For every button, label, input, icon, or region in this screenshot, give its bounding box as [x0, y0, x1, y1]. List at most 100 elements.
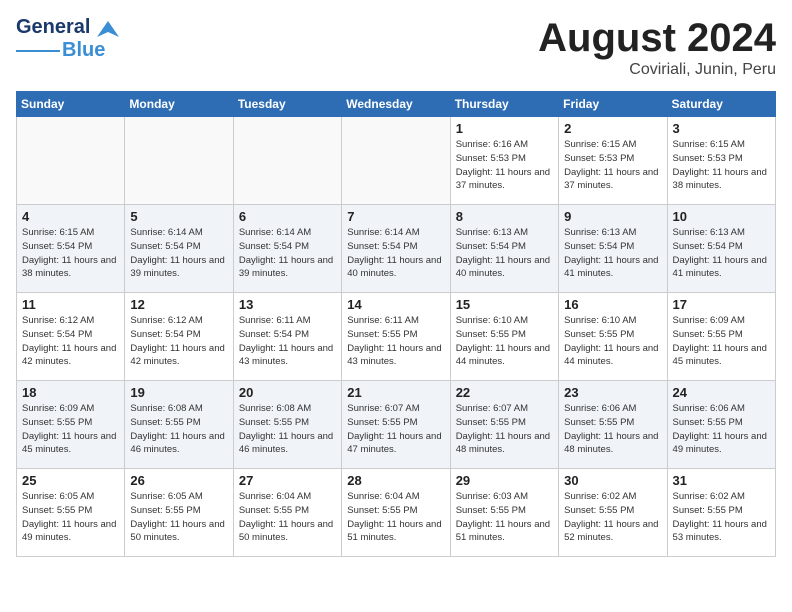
calendar-cell: 1 Sunrise: 6:16 AM Sunset: 5:53 PM Daylig…	[450, 117, 558, 205]
day-info: Sunrise: 6:11 AM Sunset: 5:54 PM Dayligh…	[239, 314, 336, 369]
calendar-week-1: 1 Sunrise: 6:16 AM Sunset: 5:53 PM Daylig…	[17, 117, 776, 205]
calendar-cell: 22 Sunrise: 6:07 AM Sunset: 5:55 PM Dayli…	[450, 381, 558, 469]
day-info: Sunrise: 6:16 AM Sunset: 5:53 PM Dayligh…	[456, 138, 553, 193]
calendar-cell	[342, 117, 450, 205]
day-number: 10	[673, 209, 770, 224]
day-number: 2	[564, 121, 661, 136]
header-monday: Monday	[125, 92, 233, 117]
calendar-cell: 14Sunrise: 6:11 AM Sunset: 5:55 PM Dayli…	[342, 293, 450, 381]
page-header: General Blue August 2024 Coviriali, Juni…	[16, 16, 776, 79]
day-info: Sunrise: 6:07 AM Sunset: 5:55 PM Dayligh…	[456, 402, 553, 457]
calendar-week-3: 11Sunrise: 6:12 AM Sunset: 5:54 PM Dayli…	[17, 293, 776, 381]
calendar-week-5: 25 Sunrise: 6:05 AM Sunset: 5:55 PM Dayli…	[17, 469, 776, 557]
day-info: Sunrise: 6:15 AM Sunset: 5:53 PM Dayligh…	[673, 138, 770, 193]
day-info: Sunrise: 6:05 AM Sunset: 5:55 PM Dayligh…	[130, 490, 227, 545]
day-number: 7	[347, 209, 444, 224]
logo-general: General	[16, 16, 90, 38]
calendar-cell: 21Sunrise: 6:07 AM Sunset: 5:55 PM Dayli…	[342, 381, 450, 469]
day-number: 17	[673, 297, 770, 312]
day-info: Sunrise: 6:15 AM Sunset: 5:53 PM Dayligh…	[564, 138, 661, 193]
calendar-cell: 3 Sunrise: 6:15 AM Sunset: 5:53 PM Daylig…	[667, 117, 775, 205]
header-saturday: Saturday	[667, 92, 775, 117]
day-info: Sunrise: 6:05 AM Sunset: 5:55 PM Dayligh…	[22, 490, 119, 545]
title-block: August 2024 Coviriali, Junin, Peru	[538, 16, 776, 79]
calendar-cell: 10 Sunrise: 6:13 AM Sunset: 5:54 PM Dayli…	[667, 205, 775, 293]
calendar-cell: 15 Sunrise: 6:10 AM Sunset: 5:55 PM Dayli…	[450, 293, 558, 381]
calendar-cell: 17 Sunrise: 6:09 AM Sunset: 5:55 PM Dayli…	[667, 293, 775, 381]
day-info: Sunrise: 6:14 AM Sunset: 5:54 PM Dayligh…	[239, 226, 336, 281]
logo-bird-icon	[97, 19, 119, 39]
day-number: 1	[456, 121, 553, 136]
day-number: 23	[564, 385, 661, 400]
day-number: 28	[347, 473, 444, 488]
calendar-cell: 13 Sunrise: 6:11 AM Sunset: 5:54 PM Dayli…	[233, 293, 341, 381]
day-info: Sunrise: 6:08 AM Sunset: 5:55 PM Dayligh…	[239, 402, 336, 457]
day-info: Sunrise: 6:02 AM Sunset: 5:55 PM Dayligh…	[673, 490, 770, 545]
calendar-cell: 24Sunrise: 6:06 AM Sunset: 5:55 PM Dayli…	[667, 381, 775, 469]
day-number: 5	[130, 209, 227, 224]
header-sunday: Sunday	[17, 92, 125, 117]
day-number: 6	[239, 209, 336, 224]
calendar-cell: 27Sunrise: 6:04 AM Sunset: 5:55 PM Dayli…	[233, 469, 341, 557]
day-info: Sunrise: 6:09 AM Sunset: 5:55 PM Dayligh…	[673, 314, 770, 369]
day-info: Sunrise: 6:06 AM Sunset: 5:55 PM Dayligh…	[673, 402, 770, 457]
calendar-cell: 29Sunrise: 6:03 AM Sunset: 5:55 PM Dayli…	[450, 469, 558, 557]
calendar-cell: 9Sunrise: 6:13 AM Sunset: 5:54 PM Daylig…	[559, 205, 667, 293]
calendar-cell	[17, 117, 125, 205]
day-number: 9	[564, 209, 661, 224]
calendar-cell: 31 Sunrise: 6:02 AM Sunset: 5:55 PM Dayli…	[667, 469, 775, 557]
day-info: Sunrise: 6:14 AM Sunset: 5:54 PM Dayligh…	[130, 226, 227, 281]
day-number: 22	[456, 385, 553, 400]
calendar-week-2: 4 Sunrise: 6:15 AM Sunset: 5:54 PM Daylig…	[17, 205, 776, 293]
calendar-week-4: 18 Sunrise: 6:09 AM Sunset: 5:55 PM Dayli…	[17, 381, 776, 469]
day-number: 8	[456, 209, 553, 224]
calendar-cell: 2 Sunrise: 6:15 AM Sunset: 5:53 PM Daylig…	[559, 117, 667, 205]
day-number: 3	[673, 121, 770, 136]
day-info: Sunrise: 6:02 AM Sunset: 5:55 PM Dayligh…	[564, 490, 661, 545]
day-info: Sunrise: 6:04 AM Sunset: 5:55 PM Dayligh…	[239, 490, 336, 545]
calendar-cell: 7 Sunrise: 6:14 AM Sunset: 5:54 PM Daylig…	[342, 205, 450, 293]
day-number: 13	[239, 297, 336, 312]
day-number: 30	[564, 473, 661, 488]
day-number: 4	[22, 209, 119, 224]
day-number: 18	[22, 385, 119, 400]
day-info: Sunrise: 6:11 AM Sunset: 5:55 PM Dayligh…	[347, 314, 444, 369]
calendar-cell: 30 Sunrise: 6:02 AM Sunset: 5:55 PM Dayli…	[559, 469, 667, 557]
day-number: 11	[22, 297, 119, 312]
header-tuesday: Tuesday	[233, 92, 341, 117]
calendar-cell: 28 Sunrise: 6:04 AM Sunset: 5:55 PM Dayli…	[342, 469, 450, 557]
day-number: 31	[673, 473, 770, 488]
calendar-cell: 19Sunrise: 6:08 AM Sunset: 5:55 PM Dayli…	[125, 381, 233, 469]
calendar-cell: 25 Sunrise: 6:05 AM Sunset: 5:55 PM Dayli…	[17, 469, 125, 557]
calendar-cell: 8Sunrise: 6:13 AM Sunset: 5:54 PM Daylig…	[450, 205, 558, 293]
calendar-cell: 4 Sunrise: 6:15 AM Sunset: 5:54 PM Daylig…	[17, 205, 125, 293]
calendar-cell: 12Sunrise: 6:12 AM Sunset: 5:54 PM Dayli…	[125, 293, 233, 381]
calendar-cell: 23 Sunrise: 6:06 AM Sunset: 5:55 PM Dayli…	[559, 381, 667, 469]
logo: General Blue	[16, 16, 119, 62]
day-info: Sunrise: 6:03 AM Sunset: 5:55 PM Dayligh…	[456, 490, 553, 545]
calendar-header-row: SundayMondayTuesdayWednesdayThursdayFrid…	[17, 92, 776, 117]
month-year: August 2024	[538, 16, 776, 61]
header-friday: Friday	[559, 92, 667, 117]
day-number: 25	[22, 473, 119, 488]
day-number: 12	[130, 297, 227, 312]
day-info: Sunrise: 6:14 AM Sunset: 5:54 PM Dayligh…	[347, 226, 444, 281]
day-number: 16	[564, 297, 661, 312]
day-info: Sunrise: 6:13 AM Sunset: 5:54 PM Dayligh…	[673, 226, 770, 281]
calendar-cell: 16Sunrise: 6:10 AM Sunset: 5:55 PM Dayli…	[559, 293, 667, 381]
day-info: Sunrise: 6:15 AM Sunset: 5:54 PM Dayligh…	[22, 226, 119, 281]
location: Coviriali, Junin, Peru	[538, 61, 776, 79]
day-number: 15	[456, 297, 553, 312]
logo-blue: Blue	[62, 39, 105, 62]
calendar-cell: 5 Sunrise: 6:14 AM Sunset: 5:54 PM Daylig…	[125, 205, 233, 293]
calendar-cell: 18 Sunrise: 6:09 AM Sunset: 5:55 PM Dayli…	[17, 381, 125, 469]
day-number: 21	[347, 385, 444, 400]
calendar-table: SundayMondayTuesdayWednesdayThursdayFrid…	[16, 91, 776, 557]
day-number: 19	[130, 385, 227, 400]
day-info: Sunrise: 6:10 AM Sunset: 5:55 PM Dayligh…	[456, 314, 553, 369]
day-info: Sunrise: 6:09 AM Sunset: 5:55 PM Dayligh…	[22, 402, 119, 457]
day-info: Sunrise: 6:04 AM Sunset: 5:55 PM Dayligh…	[347, 490, 444, 545]
calendar-cell: 26Sunrise: 6:05 AM Sunset: 5:55 PM Dayli…	[125, 469, 233, 557]
day-info: Sunrise: 6:06 AM Sunset: 5:55 PM Dayligh…	[564, 402, 661, 457]
calendar-cell: 20Sunrise: 6:08 AM Sunset: 5:55 PM Dayli…	[233, 381, 341, 469]
